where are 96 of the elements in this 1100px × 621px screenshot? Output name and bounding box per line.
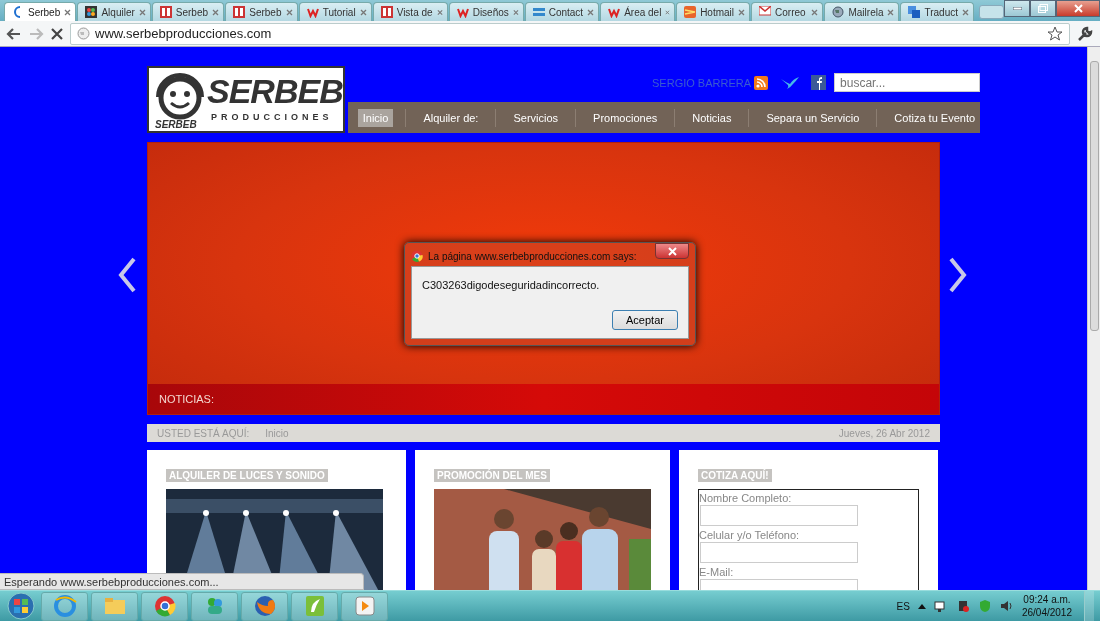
caret-icon[interactable] <box>917 603 926 609</box>
wrench-icon[interactable] <box>1076 24 1094 43</box>
nav-item[interactable]: Alquiler de: <box>418 108 484 127</box>
clock[interactable]: 09:24 a.m. 26/04/2012 <box>1021 593 1072 619</box>
minimize-button[interactable] <box>1004 0 1030 17</box>
close-icon[interactable] <box>212 8 220 16</box>
ie-icon[interactable] <box>52 594 77 618</box>
browser-tab[interactable]: Contact <box>524 2 600 21</box>
restore-button[interactable] <box>1030 0 1056 17</box>
input-field[interactable] <box>700 542 858 563</box>
address-bar[interactable]: www.serbebproducciones.com <box>70 22 1070 45</box>
square-logo-icon <box>159 6 172 18</box>
start-button[interactable] <box>4 591 38 621</box>
browser-tab[interactable]: Área del <box>600 2 676 21</box>
joomla-icon <box>85 6 98 18</box>
status-bubble: Esperando www.serbebproducciones.com... <box>0 573 364 590</box>
browser-tab[interactable]: Hotmail <box>676 2 751 21</box>
browser-tab[interactable]: Traduct <box>900 2 974 21</box>
hotmail-icon <box>684 6 697 18</box>
close-icon[interactable] <box>512 8 519 16</box>
browser-tab[interactable]: Serbeb <box>225 2 298 21</box>
site-logo[interactable]: SERBEB PRODUCCIONES SERBEB <box>147 66 345 133</box>
close-icon[interactable] <box>962 8 969 16</box>
media-player-icon[interactable] <box>352 594 377 618</box>
globe-icon <box>832 6 845 18</box>
accept-button[interactable]: Aceptar <box>612 310 678 330</box>
news-label: NOTICIAS: <box>159 393 214 406</box>
close-icon[interactable] <box>811 8 819 16</box>
close-button[interactable] <box>655 243 689 259</box>
taskbar-button[interactable] <box>341 591 388 621</box>
rss-icon[interactable] <box>754 75 769 90</box>
minimize-icon <box>1012 7 1022 10</box>
chrome-icon <box>411 250 423 262</box>
browser-tab[interactable]: Diseños <box>448 2 524 21</box>
field-label: E-Mail: <box>699 566 735 579</box>
w-logo-icon <box>608 6 621 18</box>
browser-tab[interactable]: Mailrela <box>824 2 900 21</box>
browser-tab[interactable]: Tutorial <box>298 2 372 21</box>
w-logo-icon <box>306 6 319 18</box>
taskbar-button[interactable] <box>241 591 288 621</box>
nav-item[interactable]: Separa un Servicio <box>761 108 865 127</box>
nav-item[interactable]: Servicios <box>508 108 564 127</box>
taskbar-button[interactable] <box>41 591 88 621</box>
close-icon <box>1073 4 1083 13</box>
close-icon[interactable] <box>587 8 595 16</box>
w-logo-icon <box>456 6 469 18</box>
taskbar-button[interactable] <box>291 591 338 621</box>
input-field[interactable] <box>700 505 858 526</box>
gmail-icon <box>759 6 772 18</box>
search-field[interactable]: buscar... <box>834 73 981 92</box>
nav-item[interactable]: Noticias <box>687 108 737 127</box>
browser-tab[interactable]: Serbeb <box>151 2 225 21</box>
back-icon[interactable] <box>6 25 22 42</box>
translate-icon <box>908 6 921 18</box>
browser-tab[interactable]: Vista de <box>372 2 448 21</box>
square-logo-icon <box>233 6 246 18</box>
star-icon[interactable] <box>1047 25 1063 42</box>
field-label: Nombre Completo: <box>699 492 793 505</box>
field-label: Celular y/o Teléfono: <box>699 529 801 542</box>
firefox-icon[interactable] <box>252 594 277 618</box>
speaker-icon[interactable] <box>999 599 1014 613</box>
bars-icon <box>532 6 545 18</box>
close-icon[interactable] <box>887 8 895 16</box>
globe-icon <box>77 27 90 40</box>
scrollbar[interactable] <box>1087 47 1100 590</box>
close-icon[interactable] <box>436 8 443 16</box>
restore-icon <box>1038 4 1048 13</box>
square-logo-icon <box>380 6 393 18</box>
stop-icon[interactable] <box>50 26 64 41</box>
close-icon[interactable] <box>285 8 293 16</box>
network-icon[interactable] <box>933 599 948 613</box>
card-title: COTIZA AQUÍ! <box>698 469 772 482</box>
facebook-icon[interactable] <box>811 75 827 90</box>
card-title: ALQUILER DE LUCES Y SONIDO <box>166 469 328 482</box>
browser-tab[interactable]: Alquiler <box>77 2 151 21</box>
date-text: Jueves, 26 Abr 2012 <box>838 427 930 439</box>
forward-icon[interactable] <box>28 25 44 42</box>
nav-item[interactable]: Promociones <box>588 108 663 127</box>
close-icon[interactable] <box>64 8 72 16</box>
browser-tab[interactable]: Serbeb <box>4 2 77 21</box>
close-icon <box>667 246 677 256</box>
browser-tab[interactable]: Correo <box>751 2 824 21</box>
close-icon[interactable] <box>359 8 367 16</box>
chrome-icon[interactable] <box>152 594 177 618</box>
dialog-title: La página www.serbebproducciones.com says: <box>428 250 637 262</box>
nav-item[interactable]: Cotiza tu Evento <box>889 108 981 127</box>
taskbar-button[interactable] <box>191 591 238 621</box>
language-indicator[interactable]: ES <box>896 600 910 612</box>
close-icon[interactable] <box>138 8 146 16</box>
taskbar-button[interactable] <box>141 591 188 621</box>
close-icon[interactable] <box>665 8 671 16</box>
card-title: PROMOCIÓN DEL MES <box>434 469 550 482</box>
breadcrumb-label: USTED ESTÁ AQUÍ: <box>157 427 250 439</box>
close-icon[interactable] <box>738 8 746 16</box>
close-button[interactable] <box>1056 0 1100 17</box>
dialog-message: C303263digodeseguridadincorrecto. <box>422 279 601 291</box>
